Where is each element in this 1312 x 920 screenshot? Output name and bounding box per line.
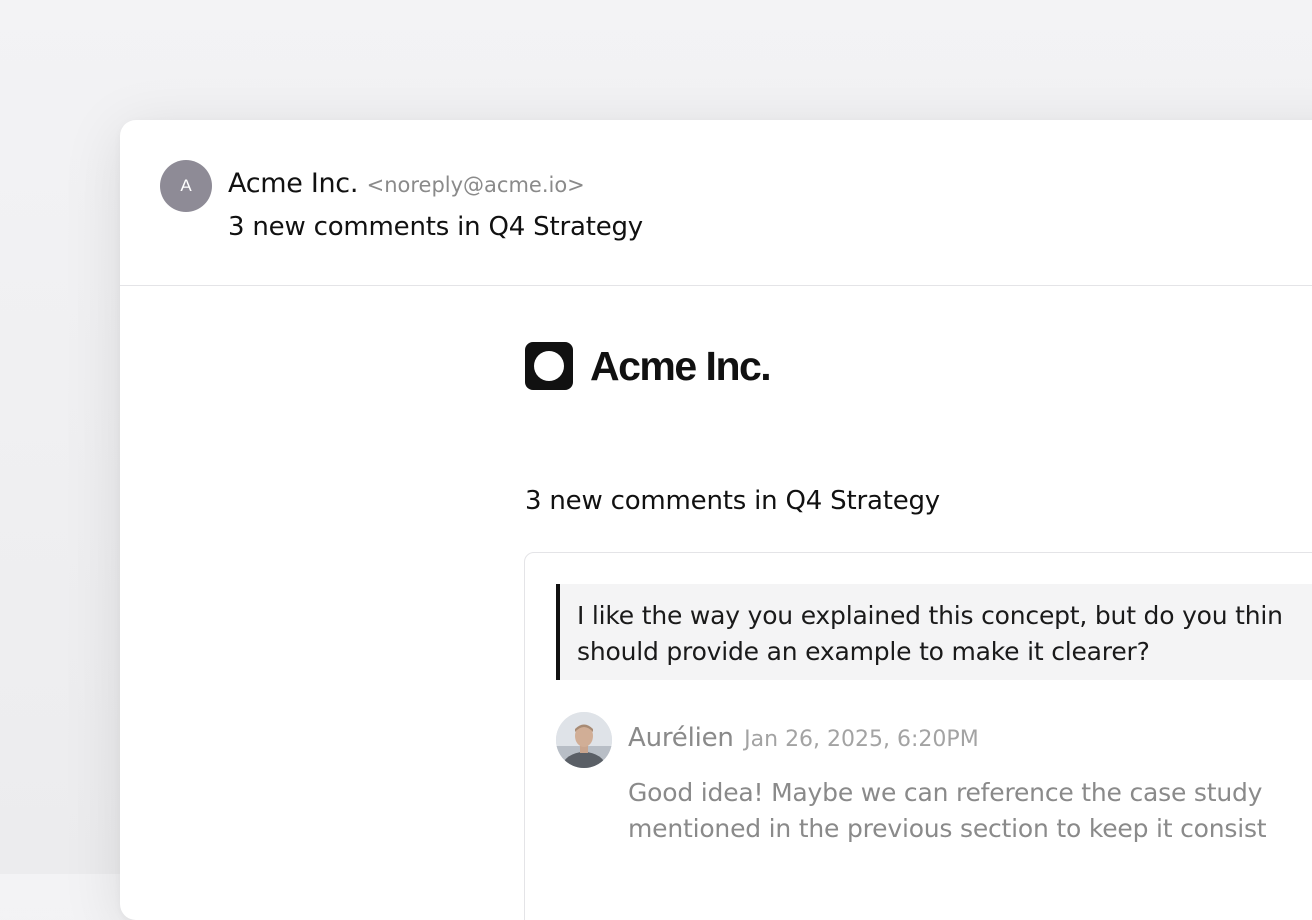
comment-text: Good idea! Maybe we can reference the ca… bbox=[628, 775, 1312, 847]
comment-timestamp: Jan 26, 2025, 6:20PM bbox=[744, 727, 979, 752]
email-header: A Acme Inc. <noreply@acme.io> 3 new comm… bbox=[120, 120, 1312, 286]
sender-avatar: A bbox=[160, 160, 212, 212]
comment-text-line: Good idea! Maybe we can reference the ca… bbox=[628, 778, 1263, 807]
comments-summary: 3 new comments in Q4 Strategy bbox=[525, 486, 940, 516]
quoted-text: I like the way you explained this concep… bbox=[556, 584, 1312, 680]
person-photo-icon bbox=[556, 712, 612, 768]
comment-text-line: mentioned in the previous section to kee… bbox=[628, 814, 1267, 843]
document-name[interactable]: Q4 Strategy bbox=[786, 486, 941, 516]
quoted-text-line: I like the way you explained this concep… bbox=[577, 601, 1283, 630]
email-subject: 3 new comments in Q4 Strategy bbox=[228, 212, 643, 242]
sender-email: <noreply@acme.io> bbox=[366, 173, 585, 197]
email-window: A Acme Inc. <noreply@acme.io> 3 new comm… bbox=[120, 120, 1312, 920]
comment-card: I like the way you explained this concep… bbox=[524, 552, 1312, 920]
comment-author: Aurélien bbox=[628, 723, 734, 753]
sender-name: Acme Inc. bbox=[228, 168, 359, 199]
sender-line: Acme Inc. <noreply@acme.io> bbox=[228, 168, 585, 199]
avatar bbox=[556, 712, 612, 768]
brand-name: Acme Inc. bbox=[590, 342, 772, 389]
comment-meta: Aurélien Jan 26, 2025, 6:20PM bbox=[628, 723, 979, 753]
quoted-text-line: should provide an example to make it cle… bbox=[577, 637, 1150, 666]
brand-logo: Acme Inc. bbox=[525, 342, 772, 390]
summary-prefix: 3 new comments in bbox=[525, 486, 786, 516]
brand-mark-icon bbox=[525, 342, 573, 390]
